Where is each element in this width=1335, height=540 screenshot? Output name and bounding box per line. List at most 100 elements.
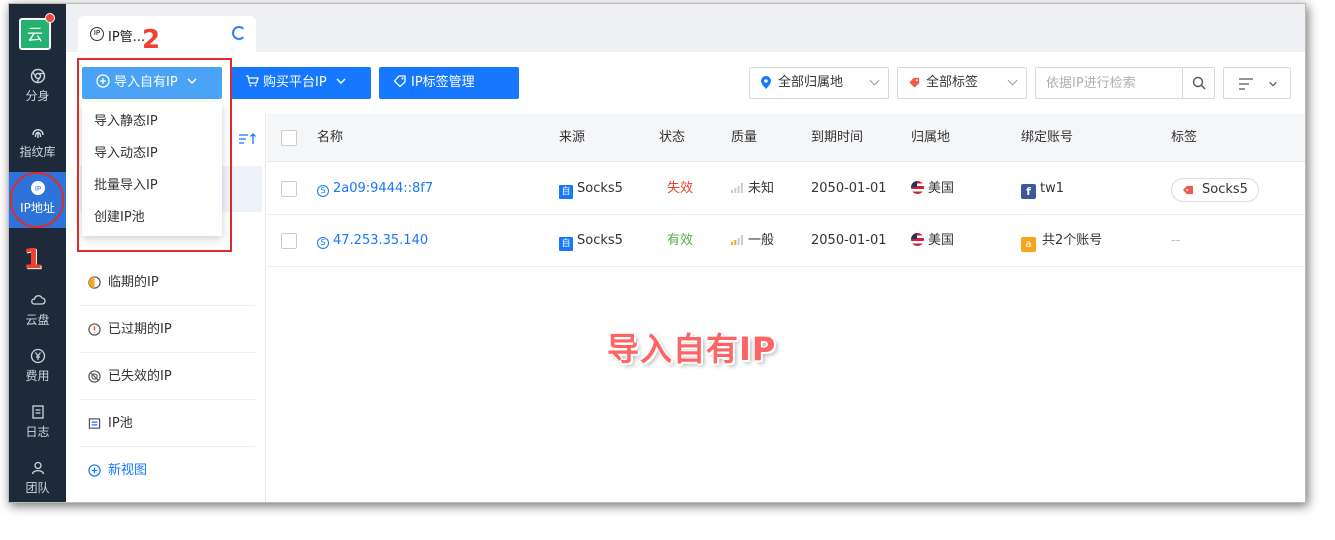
rail-item-profiles[interactable]: 分身: [9, 60, 66, 116]
us-flag-icon: [911, 181, 924, 194]
yen-icon: [30, 348, 45, 364]
column-header-name: 名称: [317, 130, 344, 145]
annotation-circle: [10, 172, 64, 228]
chevron-down-icon: [336, 78, 346, 84]
annotation-number-2: 2: [142, 25, 161, 55]
rail-item-label: 分身: [25, 89, 50, 103]
sort-button[interactable]: [1223, 67, 1291, 99]
tag-icon: [909, 77, 920, 88]
panel-item-ip-pool[interactable]: IP池: [80, 401, 255, 447]
select-all-checkbox[interactable]: [281, 130, 297, 146]
rail-item-billing[interactable]: 费用: [9, 340, 66, 396]
tag-icon: [1183, 185, 1193, 195]
document-icon: [31, 405, 44, 419]
alert-icon: [88, 323, 101, 336]
panel-item-label: 新视图: [108, 463, 148, 478]
column-header-quality: 质量: [731, 130, 758, 145]
app-window: 云 分身 指纹库 IP IP地址 1 云盘 费用 日志 团队 IP IP管...…: [8, 3, 1306, 503]
search-button[interactable]: [1182, 68, 1214, 98]
table-header: 名称 来源 状态 质量 到期时间 归属地 绑定账号 标签: [267, 114, 1305, 162]
tag-icon: [393, 75, 406, 88]
sort-asc-icon[interactable]: [238, 132, 258, 146]
source-text: Socks5: [577, 233, 623, 248]
rail-item-cloud-drive[interactable]: 云盘: [9, 284, 66, 340]
ip-name-link[interactable]: S 47.253.35.140: [317, 215, 428, 267]
pool-icon: [88, 418, 101, 429]
location-text: 美国: [928, 233, 955, 248]
location-filter-select[interactable]: 全部归属地: [749, 67, 889, 99]
cloud-icon: [30, 295, 46, 305]
location-cell: 美国: [911, 163, 954, 215]
location-cell: 美国: [911, 215, 954, 267]
signal-icon: [731, 183, 743, 193]
tab-ip-management[interactable]: IP IP管...: [78, 16, 256, 52]
search-icon: [1192, 76, 1206, 90]
table-row[interactable]: S 47.253.35.140 自 Socks5 有效 一般 2050-01-01 …: [267, 215, 1305, 267]
notification-dot: [45, 13, 55, 23]
quality-cell: 未知: [731, 163, 774, 215]
refresh-icon[interactable]: [232, 26, 246, 40]
status-badge: 失效: [667, 181, 694, 196]
buy-platform-ip-label: 购买平台IP: [263, 75, 327, 90]
panel-item-expired-ip[interactable]: 已过期的IP: [80, 307, 255, 353]
row-checkbox[interactable]: [281, 233, 297, 249]
expiry-cell: 2050-01-01: [811, 181, 887, 196]
bound-account-cell[interactable]: a 共2个账号: [1021, 215, 1102, 267]
column-header-status: 状态: [659, 130, 686, 145]
chrome-icon: [30, 68, 45, 84]
quality-text: 未知: [748, 181, 775, 196]
status-badge: 有效: [667, 233, 694, 248]
source-cell: 自 Socks5: [559, 163, 623, 215]
rail-item-label: 云盘: [25, 313, 50, 327]
account-text: 共2个账号: [1042, 233, 1103, 248]
rail-item-fingerprints[interactable]: 指纹库: [9, 116, 66, 172]
ip-icon: IP: [90, 27, 104, 41]
panel-item-expiring-ip[interactable]: 临期的IP: [80, 260, 255, 306]
app-logo[interactable]: 云: [19, 18, 51, 50]
quality-cell: 一般: [731, 215, 774, 267]
column-header-tag: 标签: [1171, 130, 1198, 145]
chevron-down-icon: [1007, 75, 1018, 86]
column-header-expiry: 到期时间: [811, 130, 864, 145]
quality-text: 一般: [748, 233, 775, 248]
column-header-location: 归属地: [911, 130, 951, 145]
self-source-icon: 自: [559, 185, 573, 199]
buy-platform-ip-button[interactable]: 购买平台IP: [231, 67, 371, 99]
location-text: 美国: [928, 181, 955, 196]
ip-tag-management-button[interactable]: IP标签管理: [379, 67, 519, 99]
panel-item-invalid-ip[interactable]: 已失效的IP: [80, 354, 255, 400]
column-header-source: 来源: [559, 130, 586, 145]
rail-item-label: 指纹库: [19, 145, 56, 159]
row-checkbox[interactable]: [281, 181, 297, 197]
tag-pill[interactable]: Socks5: [1171, 178, 1259, 202]
cart-icon: [246, 75, 259, 87]
ip-name-text: 2a09:9444::8f7: [333, 181, 434, 196]
rail-item-label: 日志: [25, 425, 50, 439]
ip-search-input[interactable]: [1036, 68, 1184, 98]
ip-name-text: 47.253.35.140: [333, 233, 429, 248]
rail-item-label: 团队: [25, 481, 50, 495]
tag-empty: --: [1171, 233, 1181, 248]
bound-account-cell[interactable]: f tw1: [1021, 163, 1064, 215]
ip-search-box: [1035, 67, 1215, 99]
rail-item-logs[interactable]: 日志: [9, 396, 66, 452]
location-pin-icon: [761, 76, 771, 89]
new-view-button[interactable]: 新视图: [80, 448, 255, 494]
panel-item-label: 已失效的IP: [108, 369, 172, 384]
sort-icon: [1239, 78, 1253, 90]
overlay-caption: 导入自有IP: [607, 330, 777, 368]
plus-circle-icon: [88, 464, 101, 477]
rail-item-label: 费用: [25, 369, 50, 383]
table-row[interactable]: S 2a09:9444::8f7 自 Socks5 失效 未知 2050-01-01…: [267, 163, 1305, 215]
column-header-bound-account: 绑定账号: [1021, 130, 1074, 145]
self-source-icon: 自: [559, 237, 573, 251]
left-navigation-rail: 云 分身 指纹库 IP IP地址 1 云盘 费用 日志 团队: [9, 4, 66, 502]
rail-item-team[interactable]: 团队: [9, 452, 66, 502]
source-text: Socks5: [577, 181, 623, 196]
ip-name-link[interactable]: S 2a09:9444::8f7: [317, 163, 433, 215]
socks-icon: S: [317, 237, 329, 249]
expiry-cell: 2050-01-01: [811, 233, 887, 248]
tag-filter-select[interactable]: 全部标签: [897, 67, 1027, 99]
us-flag-icon: [911, 233, 924, 246]
chevron-down-icon: [869, 75, 880, 86]
